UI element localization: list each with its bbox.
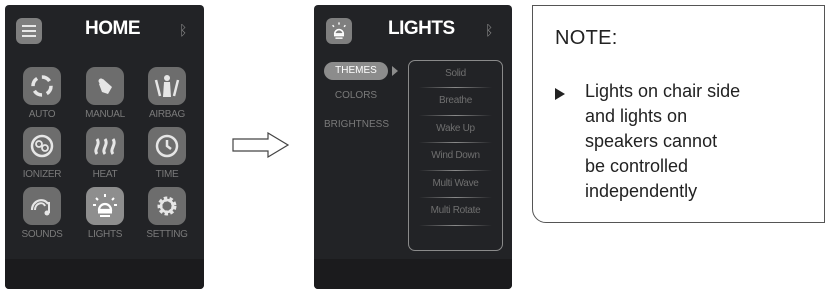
tile-label-ionizer: IONIZER — [22, 169, 62, 180]
bullet-triangle-icon — [555, 88, 565, 100]
home-bottom-bar — [5, 259, 204, 289]
note-text: Lights on chair side and lights on speak… — [585, 81, 741, 201]
home-screen: HOME ᛒ AUTO MANUAL AIRBAG IONIZER HEAT T… — [5, 5, 204, 289]
gear-icon[interactable] — [148, 187, 186, 225]
sound-speaker-icon[interactable] — [23, 187, 61, 225]
lights-bottom-bar — [314, 259, 512, 289]
divider — [419, 197, 492, 198]
clock-icon[interactable] — [148, 127, 186, 165]
light-bulb-icon[interactable] — [86, 187, 124, 225]
theme-wind-down[interactable]: Wind Down — [409, 150, 502, 161]
note-box: NOTE: Lights on chair side and lights on… — [532, 5, 825, 223]
tile-label-manual: MANUAL — [85, 109, 125, 120]
home-title: HOME — [85, 18, 141, 39]
theme-multi-rotate[interactable]: Multi Rotate — [409, 205, 502, 216]
divider — [419, 142, 492, 143]
theme-breathe[interactable]: Breathe — [409, 95, 502, 106]
menu-item-themes[interactable]: THEMES — [324, 62, 388, 80]
tile-label-heat: HEAT — [92, 169, 118, 180]
light-bulb-icon[interactable] — [326, 18, 352, 44]
tile-label-sounds: SOUNDS — [21, 229, 63, 240]
divider — [419, 170, 492, 171]
auto-cycle-icon[interactable] — [23, 67, 61, 105]
selected-arrow-icon — [392, 66, 398, 76]
heat-waves-icon[interactable] — [86, 127, 124, 165]
divider — [419, 115, 492, 116]
theme-multi-wave[interactable]: Multi Wave — [409, 178, 502, 189]
home-header: HOME ᛒ — [5, 5, 204, 55]
bluetooth-icon: ᛒ — [485, 22, 494, 38]
right-arrow-icon — [232, 132, 290, 158]
theme-solid[interactable]: Solid — [409, 68, 502, 79]
hand-icon[interactable] — [86, 67, 124, 105]
airbag-body-icon[interactable] — [148, 67, 186, 105]
divider — [419, 225, 492, 226]
tile-label-setting: SETTING — [146, 229, 188, 240]
lights-title: LIGHTS — [388, 18, 455, 39]
tile-label-airbag: AIRBAG — [149, 109, 185, 120]
note-title: NOTE: — [555, 27, 618, 49]
ionizer-icon[interactable] — [23, 127, 61, 165]
lights-screen: LIGHTS ᛒ THEMES COLORS BRIGHTNESS Solid … — [314, 5, 512, 289]
tile-label-time: TIME — [155, 169, 179, 180]
menu-item-brightness[interactable]: BRIGHTNESS — [324, 119, 389, 130]
menu-item-colors[interactable]: COLORS — [324, 90, 388, 101]
divider — [419, 87, 492, 88]
theme-wake-up[interactable]: Wake Up — [409, 123, 502, 134]
lights-header: LIGHTS ᛒ — [314, 5, 512, 55]
tile-label-lights: LIGHTS — [87, 229, 123, 240]
themes-list: Solid Breathe Wake Up Wind Down Multi Wa… — [408, 60, 503, 251]
bluetooth-icon: ᛒ — [179, 22, 188, 38]
tile-label-auto: AUTO — [28, 109, 56, 120]
menu-list-icon[interactable] — [16, 18, 42, 44]
